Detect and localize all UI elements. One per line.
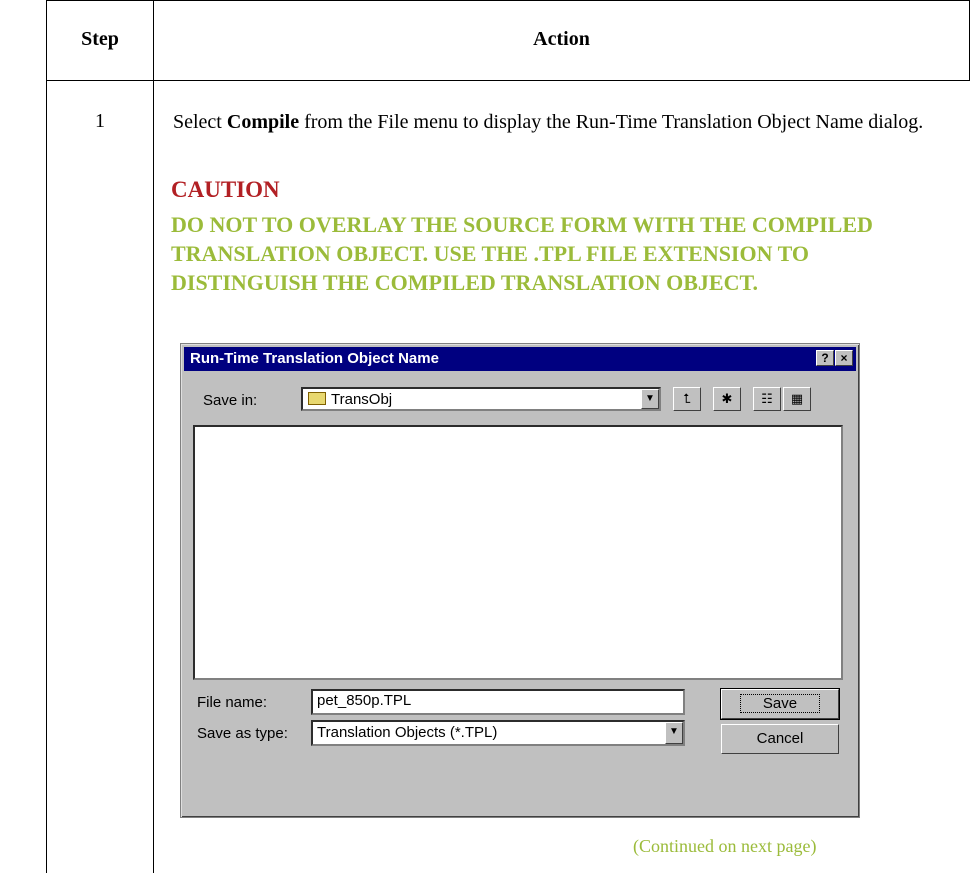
save-in-label: Save in: [203, 392, 258, 409]
up-one-level-button[interactable]: ⮤ [673, 387, 701, 411]
save-button-label: Save [739, 694, 821, 713]
dialog-title: Run-Time Translation Object Name [190, 350, 439, 367]
instruction-bold: Compile [226, 111, 300, 133]
new-folder-button[interactable]: ✱ [713, 387, 741, 411]
chevron-down-icon[interactable]: ▼ [641, 389, 659, 409]
chevron-down-icon[interactable]: ▼ [665, 722, 683, 744]
save-button[interactable]: Save [720, 688, 840, 720]
header-step: Step [81, 28, 119, 50]
cancel-button[interactable]: Cancel [721, 724, 839, 754]
continued-note: (Continued on next page) [633, 836, 817, 856]
table-column-divider [153, 0, 154, 873]
instruction-post: from the File menu to display the Run-Ti… [299, 111, 924, 133]
help-button[interactable]: ? [816, 350, 834, 366]
save-in-value: TransObj [331, 391, 393, 408]
table-right-border [969, 0, 970, 80]
instruction-pre: Select [173, 111, 227, 133]
file-name-label: File name: [197, 694, 268, 711]
close-button[interactable]: × [835, 350, 853, 366]
header-action: Action [533, 28, 590, 50]
step-number: 1 [95, 110, 105, 132]
list-view-button[interactable]: ☷ [753, 387, 781, 411]
instruction-text: Select Compile from the File menu to dis… [173, 108, 953, 136]
table-header-divider [46, 80, 970, 81]
folder-icon [308, 392, 326, 405]
caution-title: CAUTION [171, 177, 280, 202]
save-as-type-value: Translation Objects (*.TPL) [317, 724, 498, 741]
details-view-button[interactable]: ▦ [783, 387, 811, 411]
save-as-type-dropdown[interactable]: Translation Objects (*.TPL) ▼ [311, 720, 685, 746]
dialog-titlebar[interactable]: Run-Time Translation Object Name ? × [184, 347, 856, 371]
save-as-type-label: Save as type: [197, 725, 288, 742]
table-top-border [46, 0, 970, 1]
save-dialog: Run-Time Translation Object Name ? × Sav… [180, 343, 860, 818]
save-in-dropdown[interactable]: TransObj ▼ [301, 387, 661, 411]
caution-text: DO NOT TO OVERLAY THE SOURCE FORM WITH T… [171, 212, 873, 295]
table-left-border [46, 0, 47, 873]
file-list[interactable] [193, 425, 843, 680]
file-name-field[interactable]: pet_850p.TPL [311, 689, 685, 715]
